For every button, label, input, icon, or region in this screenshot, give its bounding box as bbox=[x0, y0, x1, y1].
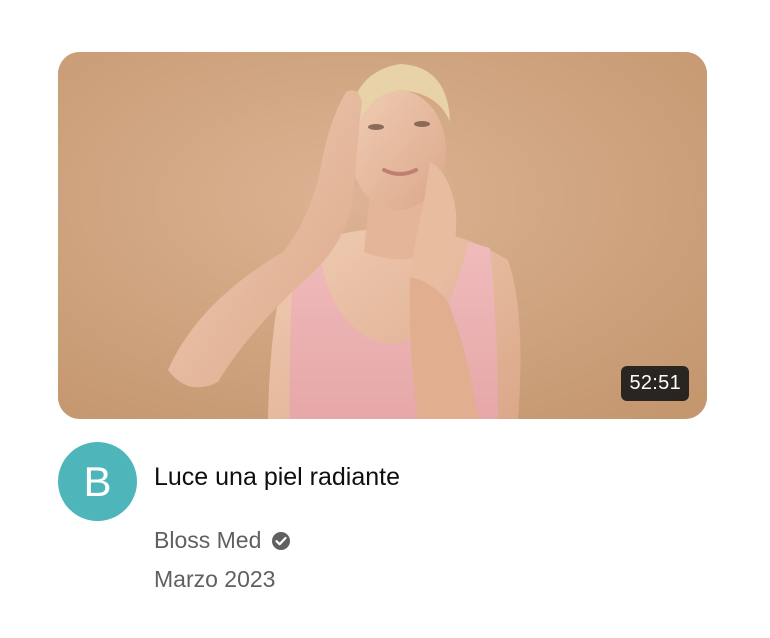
channel-name[interactable]: Bloss Med bbox=[154, 527, 261, 554]
video-duration-badge: 52:51 bbox=[621, 366, 689, 401]
verified-check-icon bbox=[272, 531, 291, 550]
video-card: 52:51 B Luce una piel radiante Bloss Med… bbox=[0, 0, 770, 638]
video-title[interactable]: Luce una piel radiante bbox=[154, 463, 400, 492]
publish-date: Marzo 2023 bbox=[154, 566, 276, 592]
channel-avatar[interactable]: B bbox=[58, 442, 137, 521]
video-thumbnail[interactable]: 52:51 bbox=[58, 52, 707, 419]
thumbnail-image bbox=[58, 52, 707, 419]
channel-name-row[interactable]: Bloss Med bbox=[154, 527, 291, 554]
